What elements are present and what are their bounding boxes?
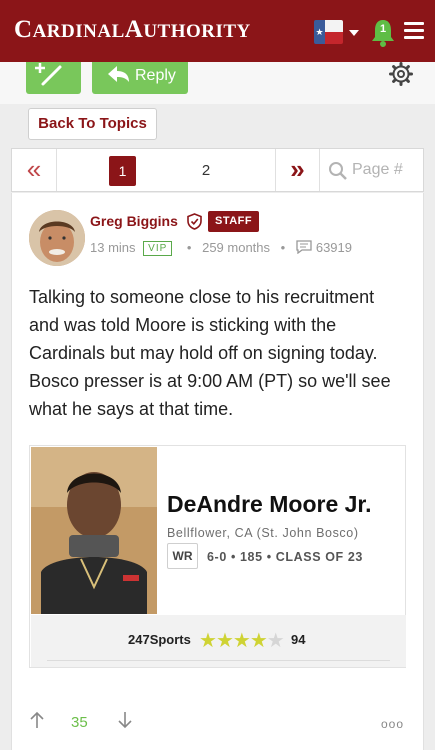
- logo-text-1: ARDINAL: [32, 21, 125, 42]
- logo-letter-a: A: [124, 16, 144, 43]
- recruit-name[interactable]: DeAndre Moore Jr.: [167, 491, 372, 518]
- reply-button[interactable]: Reply: [92, 62, 188, 94]
- member-tenure: 259 months: [202, 240, 271, 255]
- next-page-button[interactable]: »: [275, 149, 320, 191]
- recruit-photo: [31, 447, 157, 614]
- upvote-arrow-icon[interactable]: [28, 710, 46, 730]
- divider: [47, 660, 390, 661]
- notifications-bell-icon[interactable]: 1: [370, 18, 396, 48]
- comment-icon: [296, 240, 312, 255]
- pagination: « 1 2 »: [11, 148, 424, 192]
- post-count: 63919: [315, 240, 352, 255]
- downvote-arrow-icon[interactable]: [116, 710, 134, 730]
- recruit-stats: 6-0 • 185 • CLASS OF 23: [207, 550, 363, 564]
- site-logo[interactable]: CARDINALAUTHORITY: [14, 16, 251, 44]
- meta-separator: •: [186, 240, 192, 255]
- rating-value: 94: [291, 632, 306, 647]
- post-time: 13 mins: [90, 240, 136, 255]
- edit-button[interactable]: [26, 62, 81, 94]
- star-filled-icon: ★: [215, 630, 234, 652]
- star-rating: ★★★★★: [199, 628, 285, 653]
- page-1-button[interactable]: 1: [109, 156, 136, 186]
- notification-count: 1: [379, 23, 387, 35]
- search-icon: [328, 161, 348, 181]
- reply-arrow-icon: [108, 66, 129, 82]
- top-bar: CARDINALAUTHORITY ★ 1: [0, 0, 435, 62]
- page-2-button[interactable]: 2: [196, 156, 216, 186]
- vip-badge: VIP: [143, 241, 173, 256]
- logo-text-2: UTHORITY: [143, 21, 251, 42]
- back-to-topics-button[interactable]: Back To Topics: [28, 108, 157, 140]
- pencil-icon: [35, 63, 62, 86]
- star-empty-icon: ★: [266, 630, 285, 652]
- author-name[interactable]: Greg Biggins: [90, 213, 178, 229]
- star-filled-icon: ★: [232, 630, 251, 652]
- logo-letter-c: C: [14, 16, 33, 43]
- star-filled-icon: ★: [199, 630, 217, 652]
- recruit-card[interactable]: DeAndre Moore Jr. Bellflower, CA (St. Jo…: [29, 445, 406, 668]
- recruit-position: WR: [167, 543, 198, 569]
- more-options-icon[interactable]: ooo: [381, 717, 404, 731]
- recruit-school: Bellflower, CA (St. John Bosco): [167, 526, 359, 540]
- avatar[interactable]: [29, 210, 85, 266]
- meta-separator: •: [280, 240, 286, 255]
- star-filled-icon: ★: [249, 630, 268, 652]
- rating-source: 247Sports: [128, 632, 191, 647]
- post-meta: 13 mins VIP • 259 months • 63919: [90, 240, 352, 256]
- page-number-input[interactable]: [352, 157, 420, 183]
- post-body: Talking to someone close to his recruitm…: [29, 287, 391, 419]
- gear-icon[interactable]: [389, 62, 413, 86]
- vote-count: 35: [71, 714, 88, 731]
- hamburger-menu-icon[interactable]: [404, 22, 424, 40]
- shield-icon: [187, 213, 202, 230]
- staff-badge: STAFF: [208, 211, 260, 232]
- reply-label: Reply: [135, 67, 176, 84]
- chevron-down-icon[interactable]: [349, 30, 359, 36]
- prev-page-button[interactable]: «: [12, 149, 57, 191]
- texas-flag-icon[interactable]: ★: [314, 20, 343, 44]
